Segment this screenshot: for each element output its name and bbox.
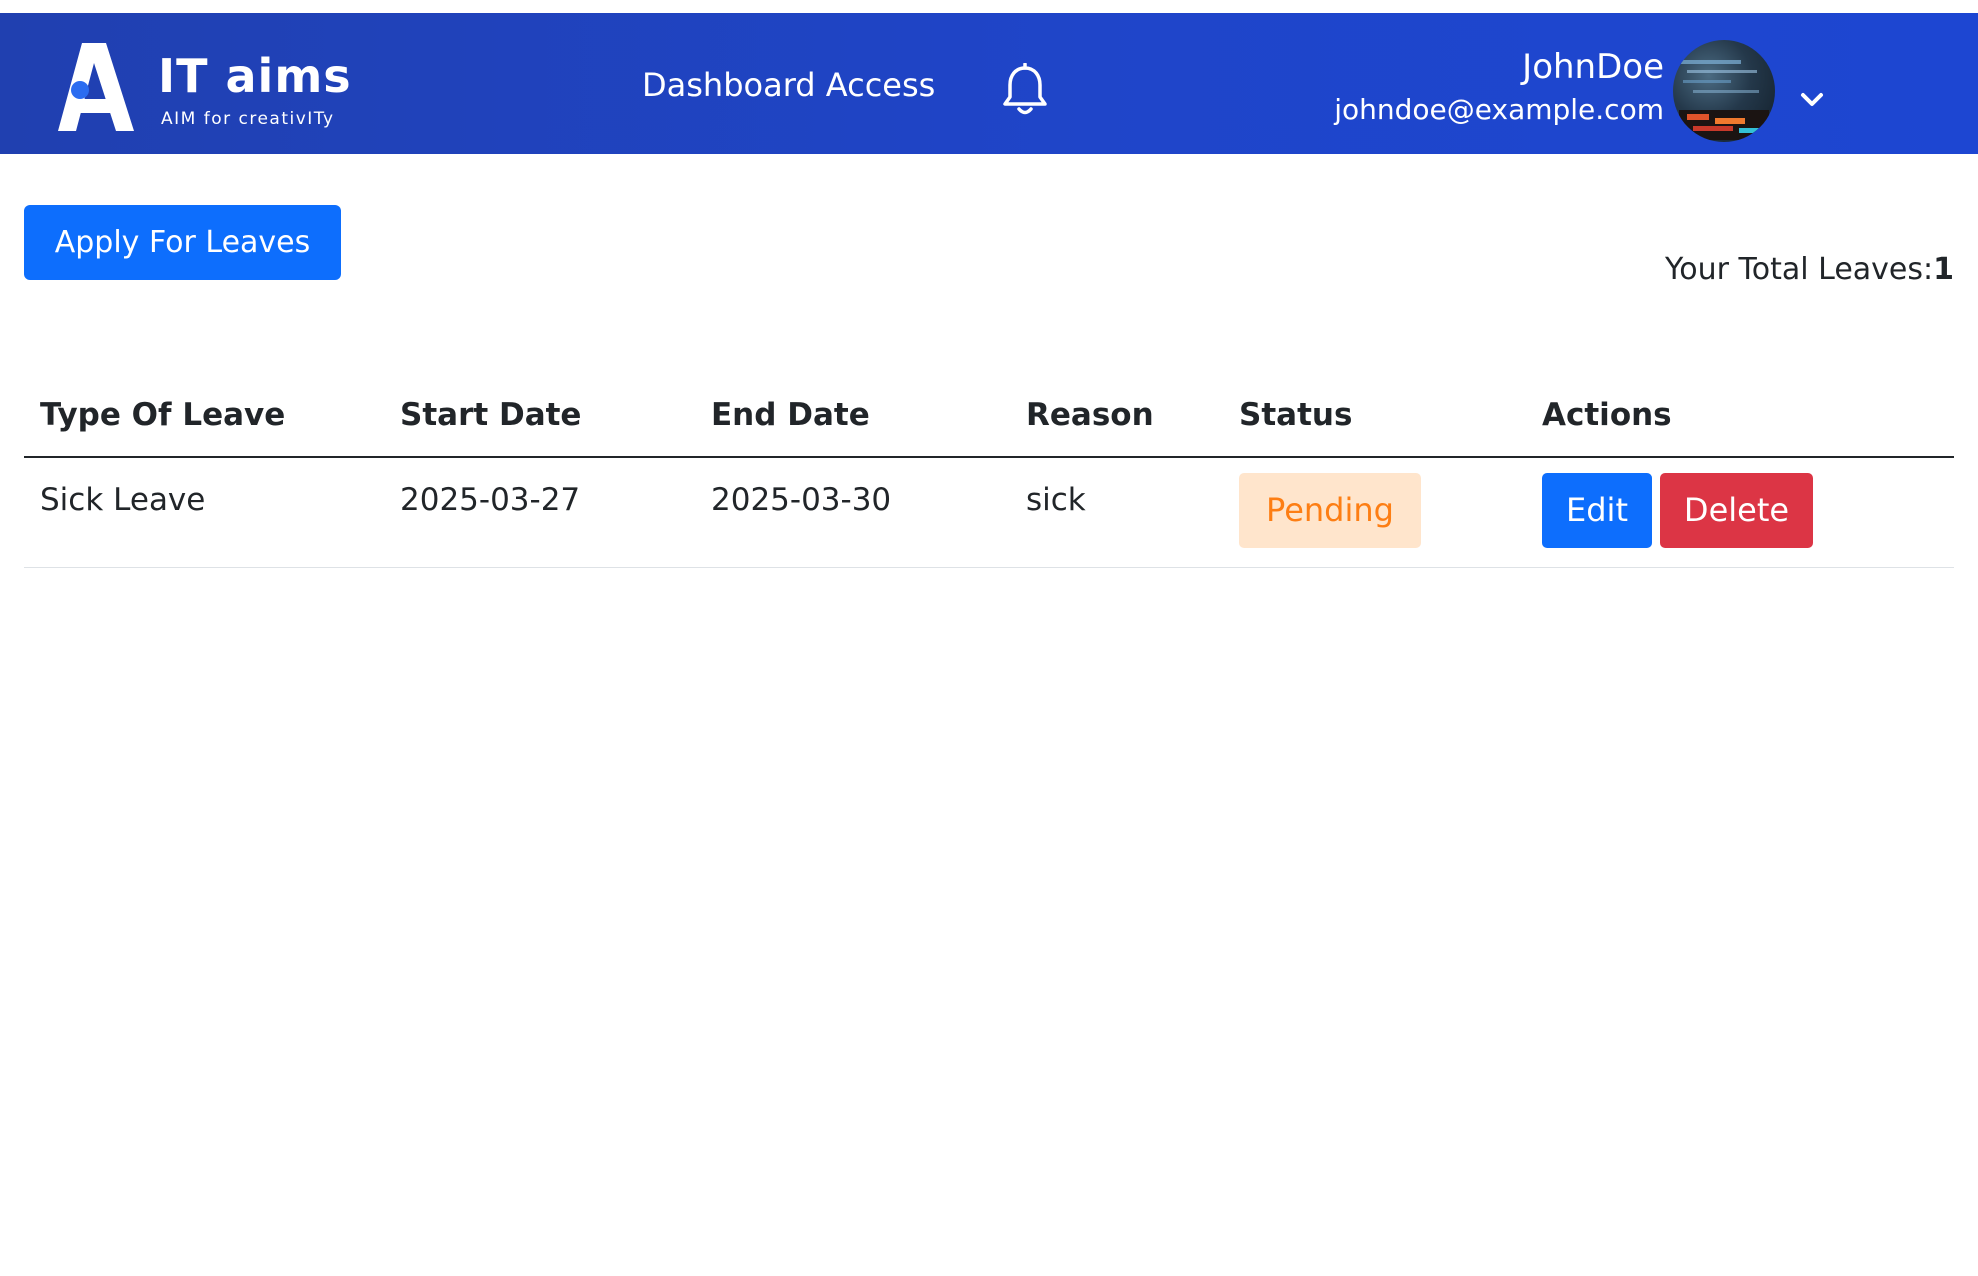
total-leaves-label: Your Total Leaves: [1664,252,1934,287]
user-name: JohnDoe [1522,47,1664,87]
column-header-type: Type Of Leave [40,397,286,433]
bell-icon[interactable] [1000,63,1050,117]
user-email: johndoe@example.com [1334,93,1664,126]
total-leaves-value: 1 [1933,252,1954,287]
table-header: Type Of Leave Start Date End Date Reason… [24,380,1954,458]
top-navbar: IT aims AIM for creativITy Dashboard Acc… [0,13,1978,154]
status-badge: Pending [1239,473,1421,548]
cell-start-date: 2025-03-27 [400,482,581,518]
cell-end-date: 2025-03-30 [711,482,892,518]
brand-logo[interactable]: IT aims AIM for creativITy [58,43,358,133]
cell-leave-type: Sick Leave [40,482,206,518]
column-header-actions: Actions [1542,397,1672,433]
brand-tagline: AIM for creativITy [161,109,335,129]
avatar-image [1679,60,1769,140]
avatar[interactable] [1673,40,1775,142]
brand-name: IT aims [158,49,352,103]
delete-button[interactable]: Delete [1660,473,1813,548]
chevron-down-icon[interactable] [1798,89,1826,111]
column-header-end-date: End Date [711,397,870,433]
table-row: Sick Leave 2025-03-27 2025-03-30 sick Pe… [24,458,1954,568]
logo-a-icon [58,43,134,131]
leaves-table: Type Of Leave Start Date End Date Reason… [24,380,1954,568]
column-header-start-date: Start Date [400,397,582,433]
nav-dashboard-access[interactable]: Dashboard Access [642,67,935,103]
total-leaves: Your Total Leaves:1 [1665,253,1954,286]
column-header-reason: Reason [1026,397,1154,433]
apply-for-leaves-button[interactable]: Apply For Leaves [24,205,341,280]
edit-button[interactable]: Edit [1542,473,1652,548]
column-header-status: Status [1239,397,1353,433]
cell-reason: sick [1026,482,1086,518]
